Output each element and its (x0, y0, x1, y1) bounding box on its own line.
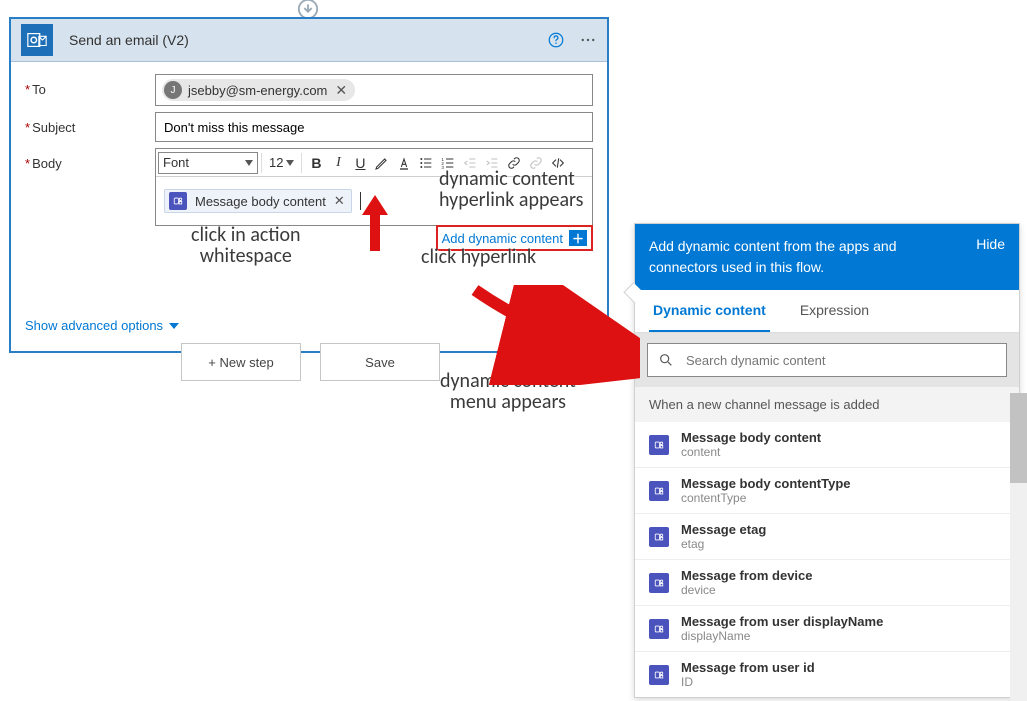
item-title: Message body content (681, 430, 821, 445)
chevron-down-icon (169, 323, 179, 329)
dynamic-content-item[interactable]: Message etagetag (635, 514, 1019, 560)
subject-input[interactable] (155, 112, 593, 142)
item-subtitle: etag (681, 537, 766, 551)
to-input[interactable]: J jsebby@sm-energy.com ✕ (155, 74, 593, 106)
card-title: Send an email (V2) (69, 32, 189, 48)
help-icon[interactable] (547, 31, 565, 49)
red-arrow-up (360, 195, 390, 251)
panel-header: Add dynamic content from the apps and co… (635, 224, 1019, 290)
item-title: Message from user displayName (681, 614, 883, 629)
dynamic-content-panel: Add dynamic content from the apps and co… (634, 223, 1020, 698)
annotation-click-hyperlink: click hyperlink (421, 247, 536, 268)
dynamic-content-item[interactable]: Message from devicedevice (635, 560, 1019, 606)
new-step-button[interactable]: + New step (181, 343, 301, 381)
teams-icon (649, 527, 669, 547)
item-subtitle: content (681, 445, 821, 459)
dynamic-content-list[interactable]: When a new channel message is added Mess… (635, 387, 1019, 697)
search-icon (658, 352, 674, 368)
underline-icon[interactable]: U (349, 152, 371, 174)
teams-icon (169, 192, 187, 210)
highlight-icon[interactable] (371, 152, 393, 174)
red-arrow-right (470, 285, 640, 385)
item-title: Message from device (681, 568, 813, 583)
teams-icon (649, 665, 669, 685)
teams-icon (649, 435, 669, 455)
bold-icon[interactable]: B (305, 152, 327, 174)
item-title: Message etag (681, 522, 766, 537)
more-menu-icon[interactable] (579, 31, 597, 49)
annotation-hyperlink-appears: dynamic contenthyperlink appears (439, 169, 584, 211)
item-subtitle: ID (681, 675, 815, 689)
avatar: J (164, 81, 182, 99)
annotation-click-whitespace: click in actionwhitespace (191, 225, 301, 267)
save-button[interactable]: Save (320, 343, 440, 381)
subject-label: *Subject (25, 112, 155, 135)
scrollbar-thumb[interactable] (1010, 393, 1027, 483)
token-label: Message body content (195, 194, 326, 209)
to-recipient-chip[interactable]: J jsebby@sm-energy.com ✕ (162, 79, 355, 101)
tab-expression[interactable]: Expression (796, 290, 873, 332)
remove-token-icon[interactable]: ✕ (334, 193, 345, 209)
item-subtitle: contentType (681, 491, 851, 505)
dynamic-content-item[interactable]: Message from user displayNamedisplayName (635, 606, 1019, 652)
hide-panel-link[interactable]: Hide (976, 236, 1005, 252)
dynamic-content-item[interactable]: Message body contentTypecontentType (635, 468, 1019, 514)
group-header: When a new channel message is added (635, 387, 1019, 422)
item-title: Message body contentType (681, 476, 851, 491)
teams-icon (649, 619, 669, 639)
teams-icon (649, 481, 669, 501)
font-dropdown[interactable]: Font (158, 152, 258, 174)
font-size-dropdown[interactable]: 12 (269, 155, 294, 170)
search-field[interactable] (684, 352, 996, 369)
page-scrollbar[interactable] (1010, 393, 1027, 701)
teams-icon (649, 573, 669, 593)
search-dynamic-content-input[interactable] (647, 343, 1007, 377)
dynamic-token-message-body[interactable]: Message body content ✕ (164, 189, 352, 213)
italic-icon[interactable]: I (327, 152, 349, 174)
remove-recipient-icon[interactable]: ✕ (335, 82, 347, 99)
tab-dynamic-content[interactable]: Dynamic content (649, 290, 770, 332)
font-color-icon[interactable] (393, 152, 415, 174)
bullet-list-icon[interactable] (415, 152, 437, 174)
item-title: Message from user id (681, 660, 815, 675)
body-label: *Body (25, 148, 155, 171)
card-header[interactable]: Send an email (V2) (11, 19, 607, 62)
dynamic-content-item[interactable]: Message from user idID (635, 652, 1019, 697)
outlook-icon (21, 24, 53, 56)
recipient-email: jsebby@sm-energy.com (188, 83, 327, 98)
panel-tabs: Dynamic content Expression (635, 290, 1019, 333)
item-subtitle: displayName (681, 629, 883, 643)
item-subtitle: device (681, 583, 813, 597)
add-dynamic-plus-icon[interactable]: ＋ (569, 230, 587, 246)
to-label: *To (25, 74, 155, 97)
dynamic-content-item[interactable]: Message body contentcontent (635, 422, 1019, 468)
